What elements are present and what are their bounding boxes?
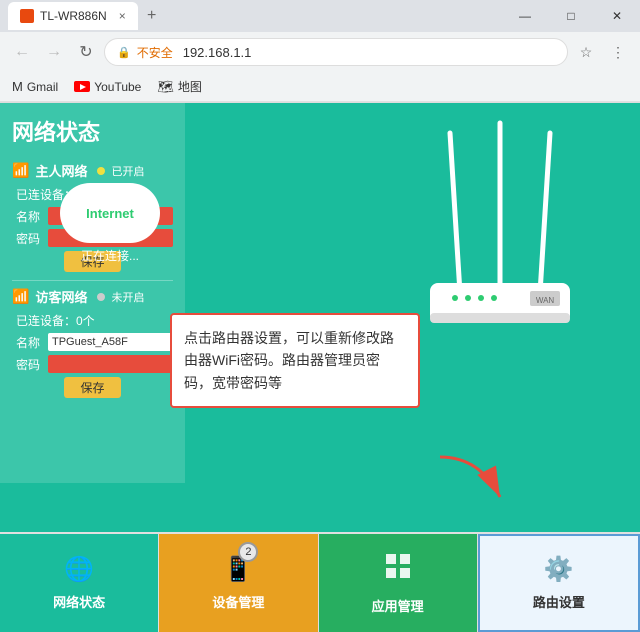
router-image: WAN — [400, 113, 600, 333]
nav-network-icon: 🌐 — [64, 555, 94, 584]
guest-name-label: 名称 — [16, 334, 44, 351]
arrow-indicator — [430, 447, 510, 512]
gmail-icon: M — [12, 79, 23, 94]
sidebar: 网络状态 📶 主人网络 已开启 已连设备：2个 名称 密码 保存 — [0, 103, 185, 483]
bookmark-youtube-label: YouTube — [94, 80, 141, 94]
reload-button[interactable]: ↻ — [72, 38, 100, 66]
tooltip-text: 点击路由器设置，可以重新修改路由器WiFi密码。路由器管理员密码，宽带密码等 — [184, 330, 394, 391]
minimize-button[interactable]: — — [502, 0, 548, 32]
main-network-status-dot — [97, 167, 105, 175]
guest-pwd-input[interactable] — [48, 355, 173, 373]
nav-router-icon: ⚙️ — [544, 555, 574, 584]
internet-label: Internet — [86, 206, 134, 221]
nav-router-label: 路由设置 — [533, 592, 585, 611]
bottom-nav: 🌐 网络状态 2 📱 设备管理 应用管理 ⚙️ 路由设置 — [0, 532, 640, 632]
bookmark-maps[interactable]: 🗺 地图 — [153, 76, 206, 97]
connecting-label: 正在连接... — [60, 247, 160, 264]
tab-close-button[interactable]: × — [119, 9, 126, 23]
nav-network[interactable]: 🌐 网络状态 — [0, 534, 159, 632]
maps-icon: 🗺 — [157, 79, 174, 95]
back-button[interactable]: ← — [8, 38, 36, 66]
tab-title: TL-WR886N — [40, 9, 107, 23]
nav-network-label: 网络状态 — [53, 592, 105, 611]
guest-network-connected: 已连设备：0个 — [12, 312, 173, 329]
guest-network-status-dot — [97, 293, 105, 301]
bookmark-gmail-label: Gmail — [27, 80, 58, 94]
guest-network-section: 📶 访客网络 未开启 已连设备：0个 名称 TPGuest_A58F 密码 保存 — [12, 287, 173, 398]
new-tab-button[interactable]: + — [138, 2, 166, 30]
nav-app[interactable]: 应用管理 — [319, 534, 478, 632]
guest-network-label: 访客网络 — [35, 287, 87, 306]
guest-save-button[interactable]: 保存 — [64, 377, 120, 398]
nav-device-label: 设备管理 — [212, 592, 264, 611]
url-text: 192.168.1.1 — [183, 45, 252, 60]
nav-app-label: 应用管理 — [372, 596, 424, 615]
bookmarks-bar: M Gmail YouTube 🗺 地图 — [0, 72, 640, 102]
guest-network-header: 📶 访客网络 未开启 — [12, 287, 173, 306]
security-label: 不安全 — [137, 44, 173, 61]
page-title: 网络状态 — [12, 115, 173, 147]
address-bar: ← → ↻ 🔒 不安全 192.168.1.1 ☆ ⋮ — [0, 32, 640, 72]
nav-router[interactable]: ⚙️ 路由设置 — [478, 534, 640, 632]
nav-device[interactable]: 2 📱 设备管理 — [159, 534, 318, 632]
cloud-shape: Internet — [60, 183, 160, 243]
main-network-header: 📶 主人网络 已开启 — [12, 161, 173, 180]
maximize-button[interactable]: □ — [548, 0, 594, 32]
forward-button[interactable]: → — [40, 38, 68, 66]
address-input[interactable]: 🔒 不安全 192.168.1.1 — [104, 38, 568, 66]
main-pwd-label: 密码 — [16, 230, 44, 247]
wifi-icon-guest: 📶 — [12, 288, 29, 305]
page-content: 网络状态 📶 主人网络 已开启 已连设备：2个 名称 密码 保存 — [0, 103, 640, 532]
wifi-icon-main: 📶 — [12, 162, 29, 179]
main-network-status: 已开启 — [111, 163, 144, 179]
title-bar: TL-WR886N × + — □ ✕ — [0, 0, 640, 32]
tab-favicon — [20, 9, 34, 23]
guest-network-name-row: 名称 TPGuest_A58F — [12, 333, 173, 351]
guest-network-status: 未开启 — [111, 289, 144, 305]
bookmark-youtube[interactable]: YouTube — [70, 78, 145, 96]
main-name-label: 名称 — [16, 208, 44, 225]
guest-pwd-label: 密码 — [16, 356, 44, 373]
extensions-button[interactable]: ⋮ — [604, 38, 632, 66]
guest-network-pwd-row: 密码 — [12, 355, 173, 373]
bookmark-gmail[interactable]: M Gmail — [8, 77, 62, 96]
network-divider — [12, 280, 173, 281]
guest-name-value[interactable]: TPGuest_A58F — [48, 333, 173, 351]
nav-app-icon — [383, 551, 413, 588]
tooltip-box: 点击路由器设置，可以重新修改路由器WiFi密码。路由器管理员密码，宽带密码等 — [170, 313, 420, 408]
close-button[interactable]: ✕ — [594, 0, 640, 32]
bookmark-star-button[interactable]: ☆ — [572, 38, 600, 66]
bookmark-maps-label: 地图 — [178, 78, 202, 95]
active-tab[interactable]: TL-WR886N × — [8, 2, 138, 30]
svg-text:WAN: WAN — [536, 296, 555, 305]
security-icon: 🔒 — [117, 46, 131, 59]
internet-cloud: Internet 正在连接... — [60, 183, 160, 264]
main-network-label: 主人网络 — [35, 161, 87, 180]
window-controls: — □ ✕ — [502, 0, 640, 32]
nav-device-badge: 2 — [238, 542, 258, 562]
youtube-icon — [74, 81, 90, 92]
